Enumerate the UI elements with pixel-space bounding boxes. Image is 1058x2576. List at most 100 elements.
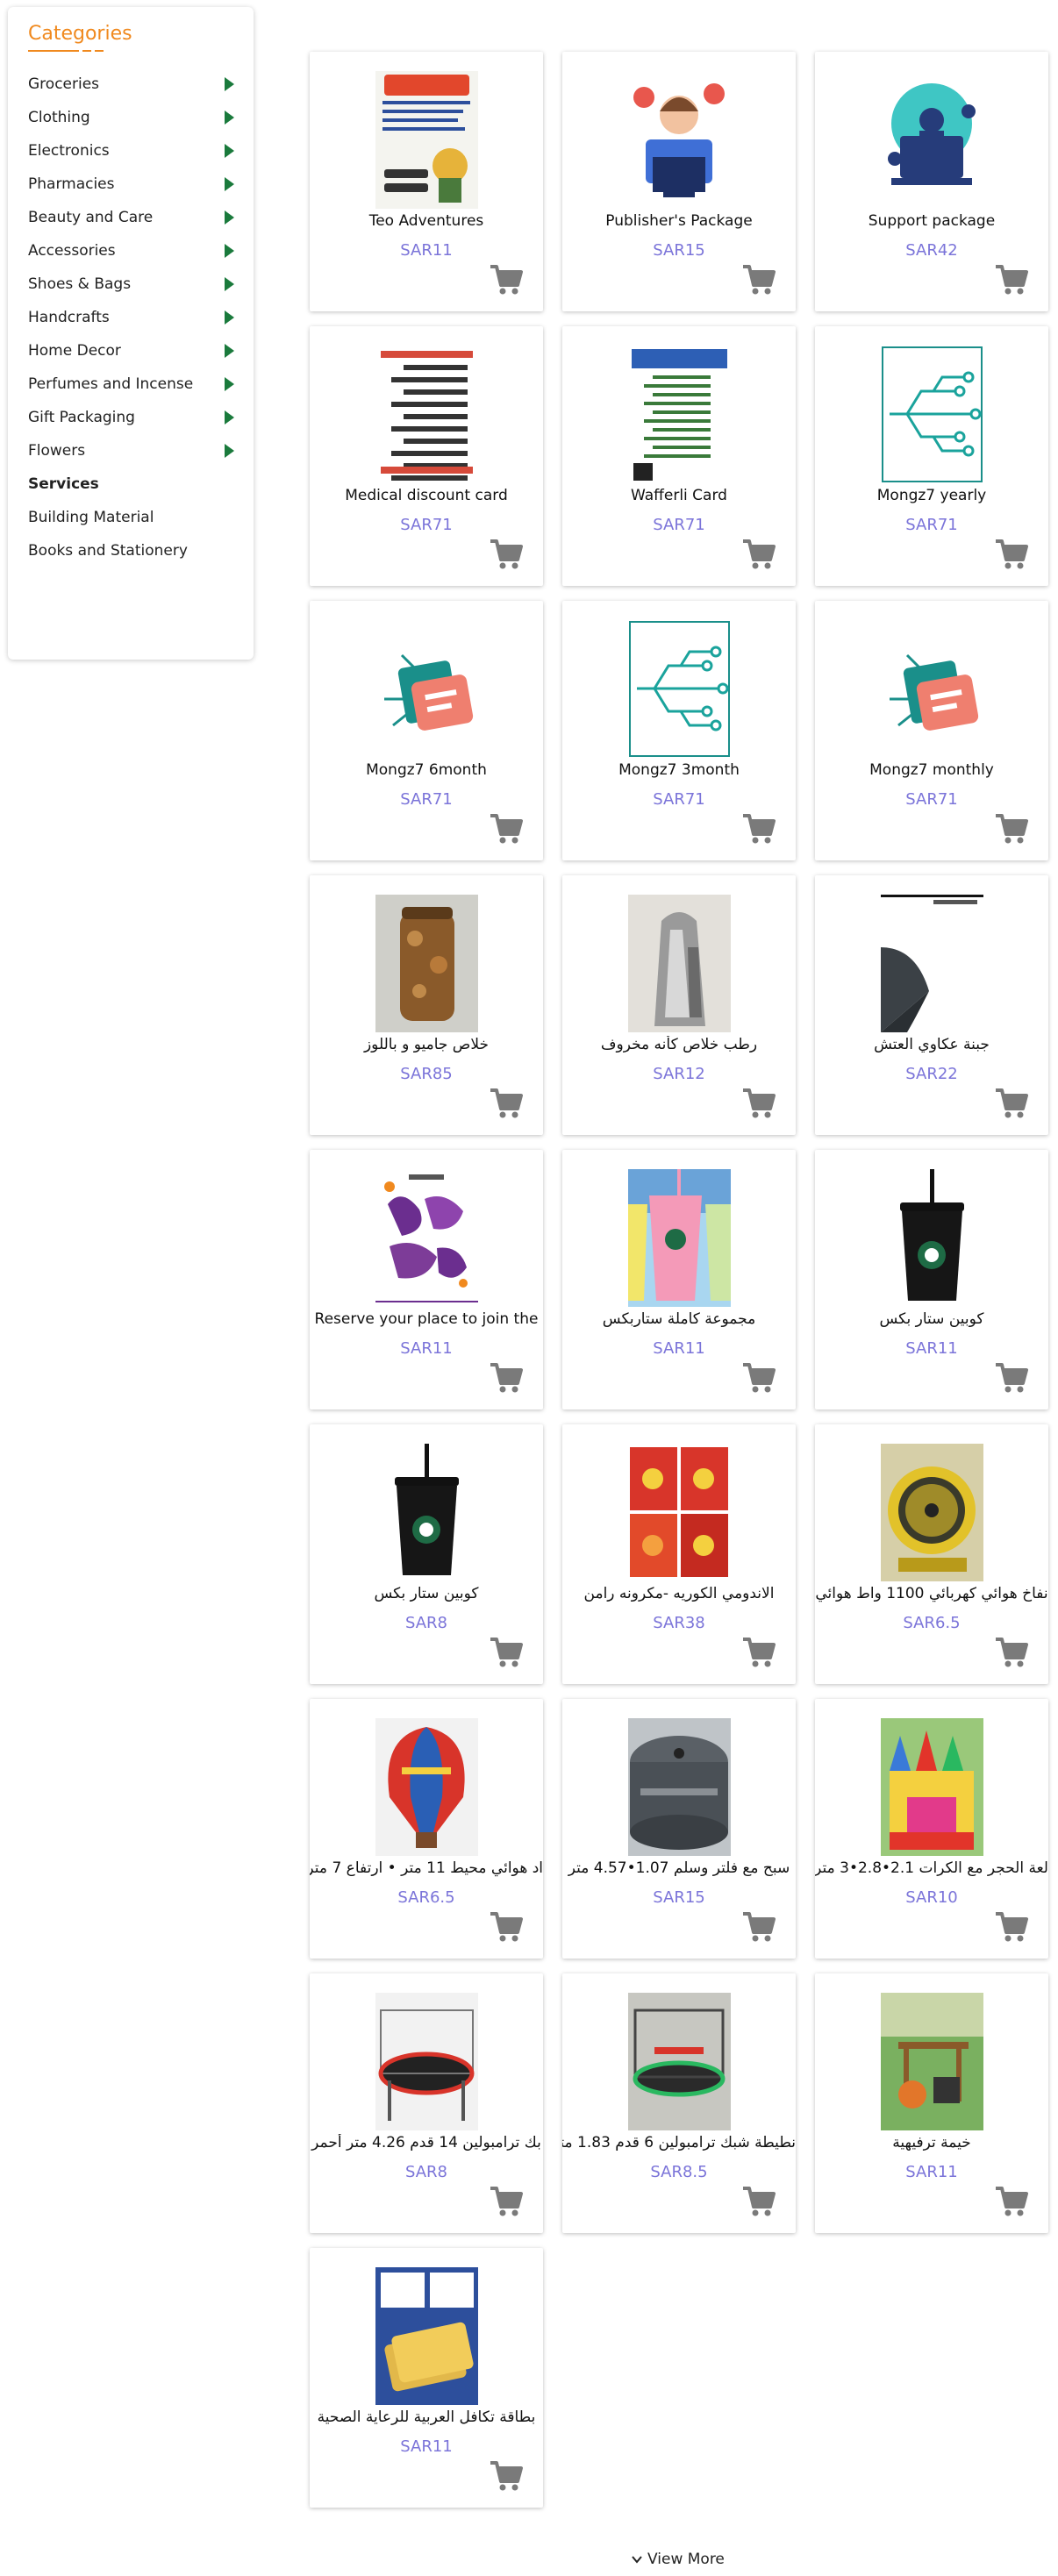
category-item-home-decor[interactable]: Home Decor <box>28 334 254 367</box>
add-to-cart-icon[interactable] <box>489 1911 524 1943</box>
product-card[interactable]: Publisher's Package SAR15 <box>562 52 796 311</box>
product-card[interactable]: مجموعة كاملة ستاربكس SAR11 <box>562 1150 796 1409</box>
category-item-building-material[interactable]: Building Material <box>28 501 254 534</box>
product-card[interactable]: Mongz7 3month SAR71 <box>562 601 796 860</box>
product-card[interactable]: بطاقة تكافل العربية للرعاية الصحية SAR11 <box>310 2248 543 2508</box>
expand-arrow-icon[interactable] <box>225 111 234 125</box>
product-card[interactable]: رطب خلاص كأنه مخروف SAR12 <box>562 875 796 1135</box>
category-item-electronics[interactable]: Electronics <box>28 134 254 168</box>
product-image[interactable] <box>881 1993 983 2130</box>
product-image[interactable] <box>881 346 983 483</box>
expand-arrow-icon[interactable] <box>225 244 234 258</box>
product-card[interactable]: الاندومي الكوريه -مكرونه رامن SAR38 <box>562 1424 796 1684</box>
add-to-cart-icon[interactable] <box>741 1911 776 1943</box>
product-name[interactable]: خيمة ترفيهية <box>815 2134 1048 2151</box>
expand-arrow-icon[interactable] <box>225 177 234 191</box>
category-item-pharmacies[interactable]: Pharmacies <box>28 168 254 201</box>
product-card[interactable]: نفاخ هوائي كهربائي 1100 واط هوائي SAR6.5 <box>815 1424 1048 1684</box>
expand-arrow-icon[interactable] <box>225 310 234 325</box>
category-item-clothing[interactable]: Clothing <box>28 101 254 134</box>
expand-arrow-icon[interactable] <box>225 211 234 225</box>
add-to-cart-icon[interactable] <box>741 813 776 845</box>
product-name[interactable]: كوبين ستار بكس <box>310 1585 543 1602</box>
product-image[interactable] <box>881 1718 983 1856</box>
product-image[interactable] <box>375 1718 478 1856</box>
product-image[interactable] <box>628 1169 731 1307</box>
expand-arrow-icon[interactable] <box>225 344 234 358</box>
add-to-cart-icon[interactable] <box>994 264 1029 296</box>
product-name[interactable]: Mongz7 6month <box>310 761 543 779</box>
add-to-cart-icon[interactable] <box>741 1362 776 1394</box>
product-card[interactable]: بك ترامبولين 14 قدم 4.26 متر أحمر SAR8 <box>310 1973 543 2233</box>
product-name[interactable]: لعة الحجر مع الكرات 2.1•2.8•3 متر <box>815 1859 1048 1877</box>
category-item-flowers[interactable]: Flowers <box>28 434 254 467</box>
product-image[interactable] <box>628 1993 731 2130</box>
expand-arrow-icon[interactable] <box>225 77 234 91</box>
product-card[interactable]: نطيطة شبك ترامبولين 6 قدم 1.83 متر أخضر … <box>562 1973 796 2233</box>
add-to-cart-icon[interactable] <box>994 1637 1029 1668</box>
product-image[interactable] <box>375 71 478 209</box>
product-card[interactable]: اد هوائي محيط 11 متر • ارتفاع 7 متر SAR6… <box>310 1699 543 1959</box>
product-image[interactable] <box>375 895 478 1032</box>
product-name[interactable]: بطاقة تكافل العربية للرعاية الصحية <box>310 2408 543 2426</box>
add-to-cart-icon[interactable] <box>994 1362 1029 1394</box>
product-image[interactable] <box>375 346 478 483</box>
add-to-cart-icon[interactable] <box>994 539 1029 570</box>
product-image[interactable] <box>628 895 731 1032</box>
category-item-books-and-stationery[interactable]: Books and Stationery <box>28 534 254 567</box>
add-to-cart-icon[interactable] <box>489 2186 524 2217</box>
product-card[interactable]: كوبين ستار بكس SAR11 <box>815 1150 1048 1409</box>
product-card[interactable]: خيمة ترفيهية SAR11 <box>815 1973 1048 2233</box>
product-name[interactable]: جبنة عكاوي العتش <box>815 1036 1048 1053</box>
product-name[interactable]: Medical discount card <box>310 487 543 504</box>
category-item-shoes-bags[interactable]: Shoes & Bags <box>28 268 254 301</box>
expand-arrow-icon[interactable] <box>225 410 234 425</box>
add-to-cart-icon[interactable] <box>489 813 524 845</box>
product-image[interactable] <box>881 895 983 1032</box>
product-image[interactable] <box>375 2267 478 2405</box>
product-image[interactable] <box>375 1169 478 1307</box>
product-image[interactable] <box>881 1169 983 1307</box>
add-to-cart-icon[interactable] <box>489 1088 524 1119</box>
category-item-accessories[interactable]: Accessories <box>28 234 254 268</box>
product-name[interactable]: Support package <box>815 212 1048 230</box>
product-name[interactable]: رطب خلاص كأنه مخروف <box>562 1036 796 1053</box>
product-card[interactable]: كوبين ستار بكس SAR8 <box>310 1424 543 1684</box>
category-item-perfumes-and-incense[interactable]: Perfumes and Incense <box>28 367 254 401</box>
product-name[interactable]: Mongz7 monthly <box>815 761 1048 779</box>
product-image[interactable] <box>628 346 731 483</box>
product-image[interactable] <box>375 1993 478 2130</box>
product-name[interactable]: مجموعة كاملة ستاربكس <box>562 1310 796 1328</box>
product-card[interactable]: Mongz7 yearly SAR71 <box>815 326 1048 586</box>
product-name[interactable]: Mongz7 yearly <box>815 487 1048 504</box>
product-card[interactable]: Mongz7 6month SAR71 <box>310 601 543 860</box>
product-name[interactable]: اد هوائي محيط 11 متر • ارتفاع 7 متر <box>310 1859 543 1877</box>
category-item-handcrafts[interactable]: Handcrafts <box>28 301 254 334</box>
product-card[interactable]: لعة الحجر مع الكرات 2.1•2.8•3 متر SAR10 <box>815 1699 1048 1959</box>
category-item-gift-packaging[interactable]: Gift Packaging <box>28 401 254 434</box>
product-name[interactable]: خلاص جاميو و باللوز <box>310 1036 543 1053</box>
product-card[interactable]: Support package SAR42 <box>815 52 1048 311</box>
product-name[interactable]: Reserve your place to join the <box>310 1310 543 1328</box>
add-to-cart-icon[interactable] <box>994 1911 1029 1943</box>
product-image[interactable] <box>375 620 478 758</box>
product-name[interactable]: بك ترامبولين 14 قدم 4.26 متر أحمر <box>310 2134 543 2151</box>
add-to-cart-icon[interactable] <box>489 2460 524 2492</box>
expand-arrow-icon[interactable] <box>225 277 234 291</box>
product-image[interactable] <box>628 1718 731 1856</box>
product-image[interactable] <box>375 1444 478 1581</box>
product-card[interactable]: Wafferli Card SAR71 <box>562 326 796 586</box>
add-to-cart-icon[interactable] <box>994 2186 1029 2217</box>
product-name[interactable]: Wafferli Card <box>562 487 796 504</box>
product-card[interactable]: جبنة عكاوي العتش SAR22 <box>815 875 1048 1135</box>
product-card[interactable]: Reserve your place to join the SAR11 <box>310 1150 543 1409</box>
product-name[interactable]: كوبين ستار بكس <box>815 1310 1048 1328</box>
add-to-cart-icon[interactable] <box>489 539 524 570</box>
product-name[interactable]: Publisher's Package <box>562 212 796 230</box>
expand-arrow-icon[interactable] <box>225 144 234 158</box>
product-name[interactable]: الاندومي الكوريه -مكرونه رامن <box>562 1585 796 1602</box>
product-name[interactable]: نطيطة شبك ترامبولين 6 قدم 1.83 متر أخضر <box>562 2134 796 2151</box>
product-image[interactable] <box>881 1444 983 1581</box>
add-to-cart-icon[interactable] <box>741 1637 776 1668</box>
product-name[interactable]: Teo Adventures <box>310 212 543 230</box>
